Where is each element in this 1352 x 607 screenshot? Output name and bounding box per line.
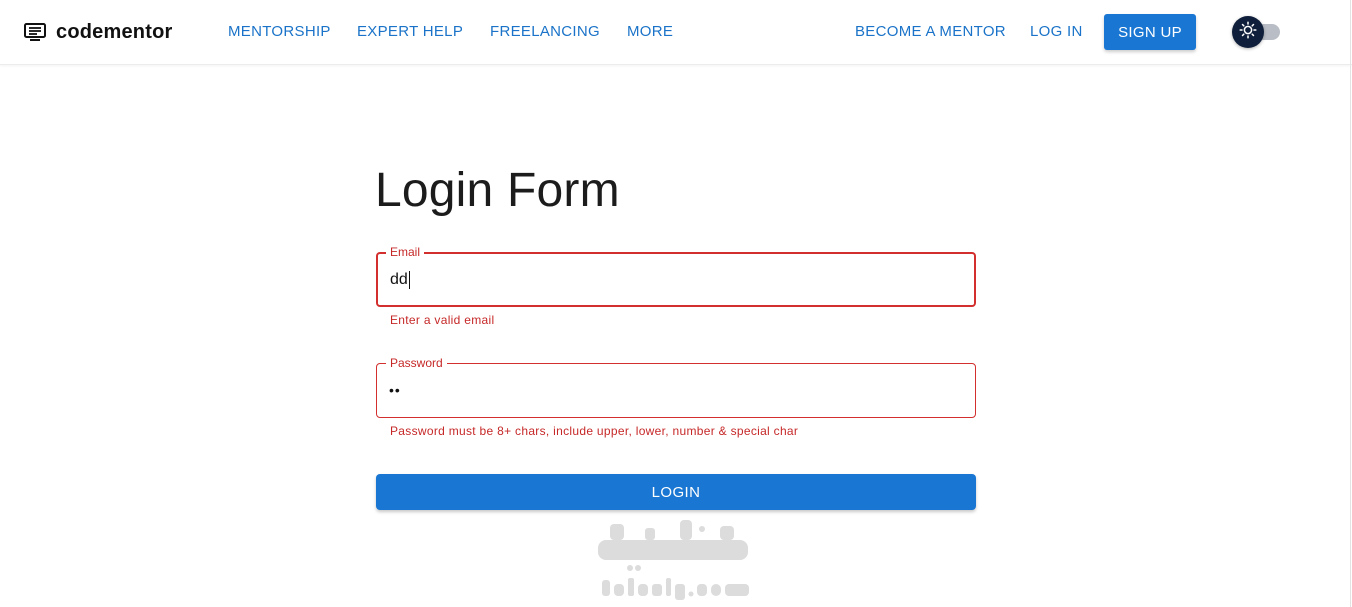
brand-logo[interactable]: codementor bbox=[24, 20, 172, 44]
top-navbar: codementor MENTORSHIP EXPERT HELP FREELA… bbox=[0, 0, 1352, 65]
nav-more[interactable]: MORE bbox=[627, 23, 673, 40]
email-label: Email bbox=[386, 244, 425, 260]
theme-toggle[interactable] bbox=[1232, 16, 1282, 48]
brand-name: codementor bbox=[56, 20, 173, 43]
monitor-icon bbox=[24, 23, 46, 41]
nafezly-watermark bbox=[590, 520, 760, 607]
email-value: dd bbox=[390, 271, 408, 288]
sun-icon bbox=[1239, 20, 1257, 44]
toggle-thumb bbox=[1232, 16, 1264, 48]
text-caret bbox=[408, 271, 410, 289]
password-input[interactable]: •• bbox=[389, 382, 401, 398]
signup-button[interactable]: SIGN UP bbox=[1104, 14, 1196, 50]
email-field[interactable]: Email dd bbox=[376, 244, 976, 307]
become-mentor-link[interactable]: BECOME A MENTOR bbox=[855, 23, 1006, 40]
page-edge-divider bbox=[1350, 0, 1351, 607]
password-field[interactable]: Password •• bbox=[376, 355, 976, 418]
password-error-text: Password must be 8+ chars, include upper… bbox=[390, 424, 799, 438]
password-value: •• bbox=[389, 382, 401, 398]
login-link[interactable]: LOG IN bbox=[1030, 23, 1083, 40]
login-submit-button[interactable]: LOGIN bbox=[376, 474, 976, 510]
password-label: Password bbox=[386, 355, 447, 371]
email-input[interactable]: dd bbox=[390, 271, 410, 289]
email-error-text: Enter a valid email bbox=[390, 313, 495, 327]
nav-mentorship[interactable]: MENTORSHIP bbox=[228, 23, 331, 40]
page-title: Login Form bbox=[375, 164, 620, 217]
nav-freelancing[interactable]: FREELANCING bbox=[490, 23, 600, 40]
nav-expert-help[interactable]: EXPERT HELP bbox=[357, 23, 463, 40]
